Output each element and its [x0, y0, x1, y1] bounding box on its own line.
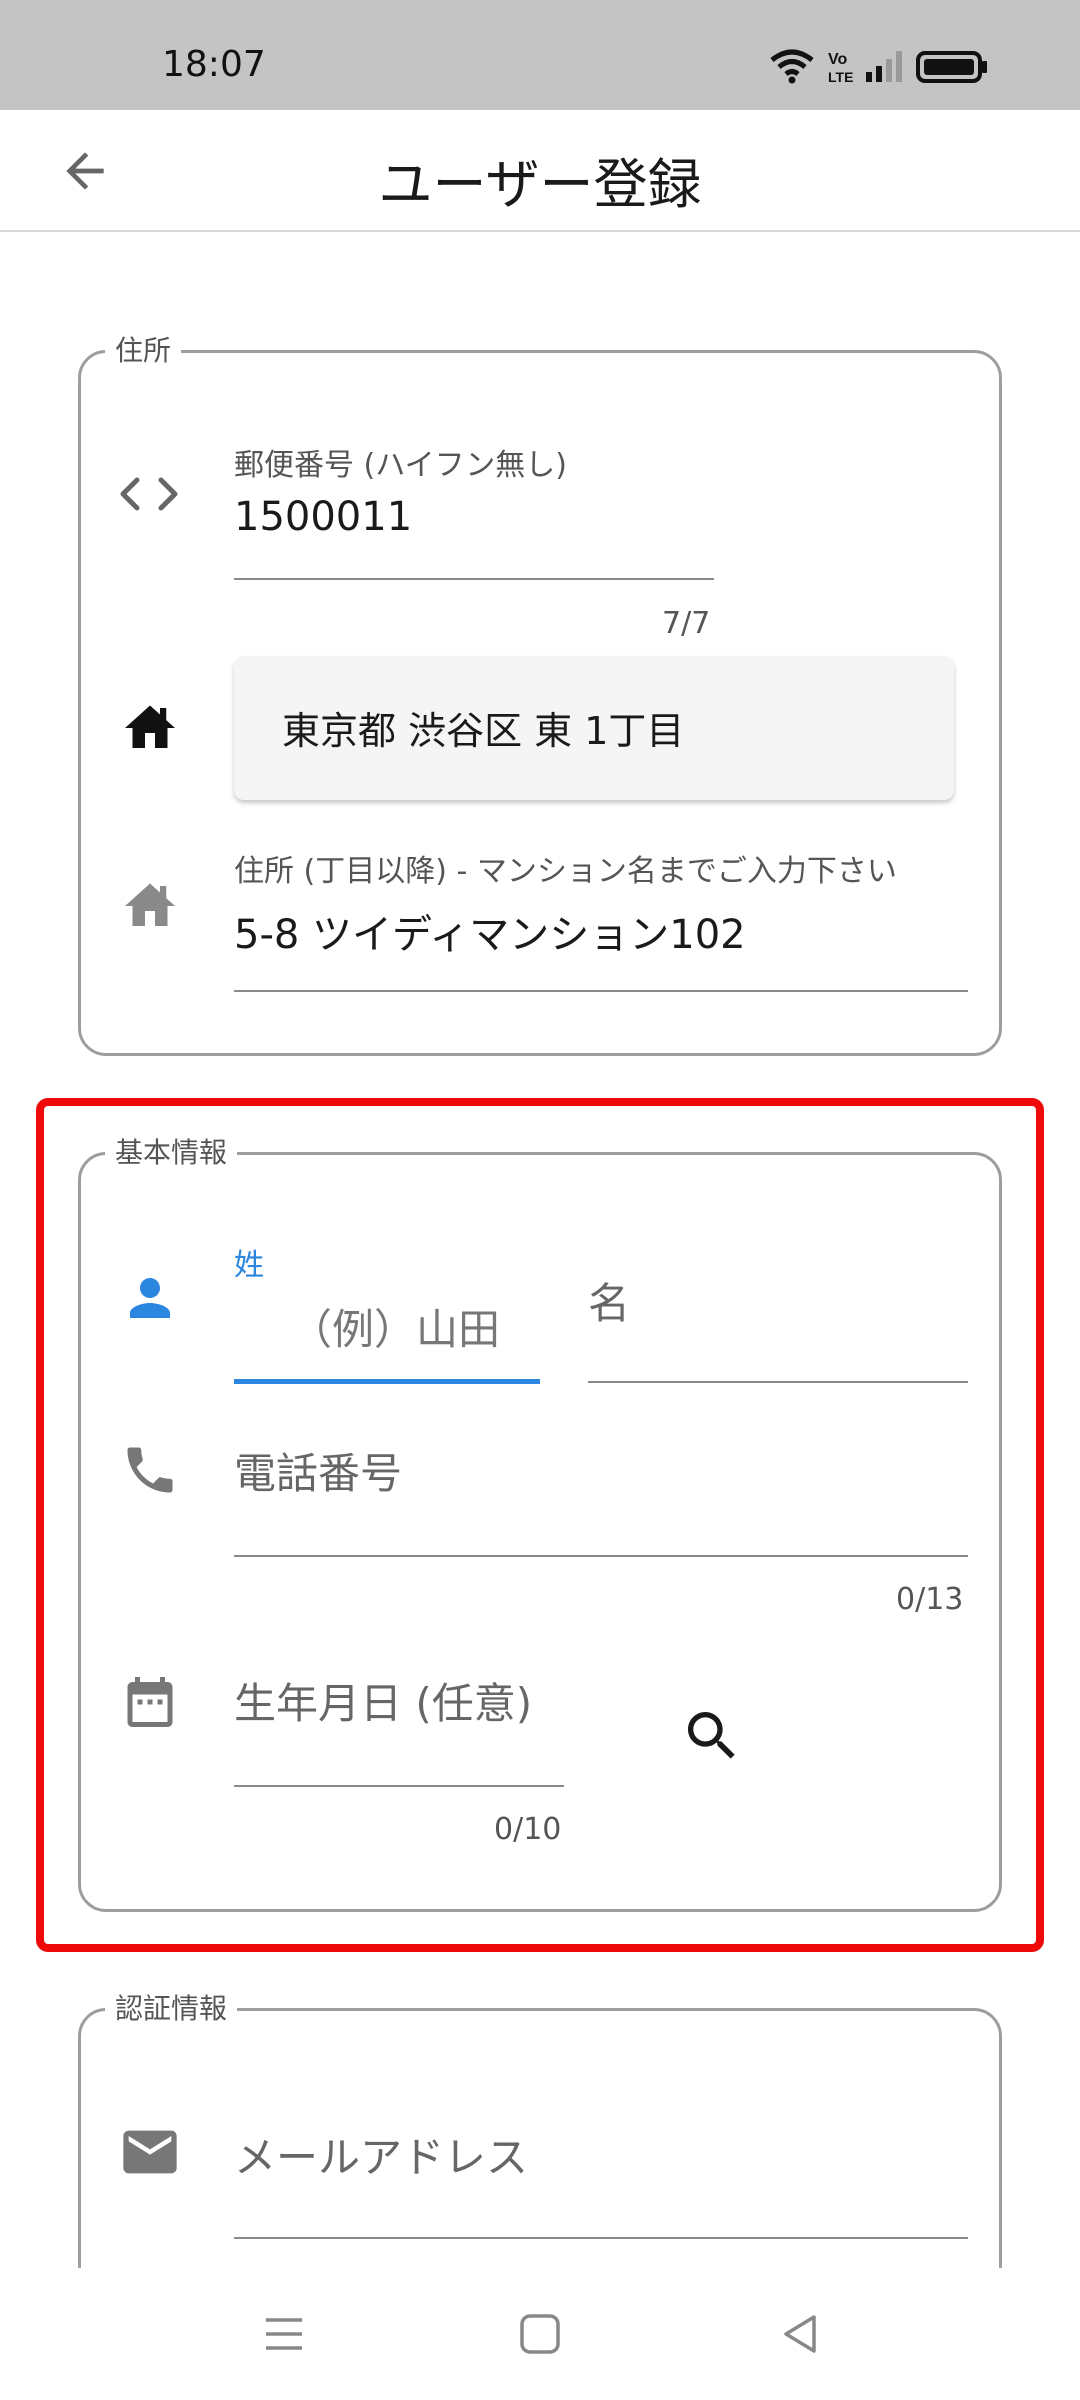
address-result-chip[interactable]: 東京都 渋谷区 東 1丁目 — [234, 656, 954, 800]
postal-code-input[interactable]: 1500011 — [234, 494, 412, 540]
status-icons: Vo LTE — [770, 46, 1000, 86]
home-icon — [116, 696, 184, 760]
nav-menu-button[interactable] — [254, 2304, 314, 2364]
postal-code-underline — [234, 578, 714, 580]
home-square-icon — [520, 2314, 560, 2354]
auth-legend: 認証情報 — [105, 1989, 238, 2029]
email-input[interactable]: メールアドレス — [234, 2124, 528, 2185]
status-bar: 18:07 Vo LTE — [0, 0, 1080, 110]
email-underline — [234, 2237, 968, 2239]
wifi-icon — [770, 49, 814, 84]
menu-icon — [266, 2318, 302, 2350]
system-nav-bar — [0, 2268, 1080, 2400]
nav-back-button[interactable] — [770, 2304, 830, 2364]
address-detail-label: 住所 (丁目以降) - マンション名までご入力下さい — [234, 854, 897, 889]
back-triangle-icon — [784, 2315, 816, 2353]
postal-code-counter: 7/7 — [662, 606, 711, 641]
address-result-text: 東京都 渋谷区 東 1丁目 — [282, 709, 685, 753]
signal-icon — [866, 51, 902, 82]
svg-text:Vo: Vo — [828, 51, 847, 68]
battery-icon — [916, 51, 987, 83]
code-icon — [114, 466, 184, 522]
status-time: 18:07 — [162, 44, 266, 85]
home-outline-icon — [116, 874, 184, 938]
svg-text:LTE: LTE — [828, 69, 853, 85]
address-detail-input[interactable]: 5-8 ツイディマンション102 — [234, 902, 746, 960]
mail-icon — [114, 2118, 186, 2186]
address-legend: 住所 — [105, 331, 182, 371]
page-title: ユーザー登録 — [378, 153, 702, 216]
app-bar: ユーザー登録 — [0, 110, 1080, 232]
postal-code-label: 郵便番号 (ハイフン無し) — [234, 448, 567, 483]
nav-home-button[interactable] — [510, 2304, 570, 2364]
volte-icon: Vo LTE — [828, 51, 853, 85]
address-detail-underline — [234, 990, 968, 992]
highlight-box — [36, 1098, 1044, 1952]
